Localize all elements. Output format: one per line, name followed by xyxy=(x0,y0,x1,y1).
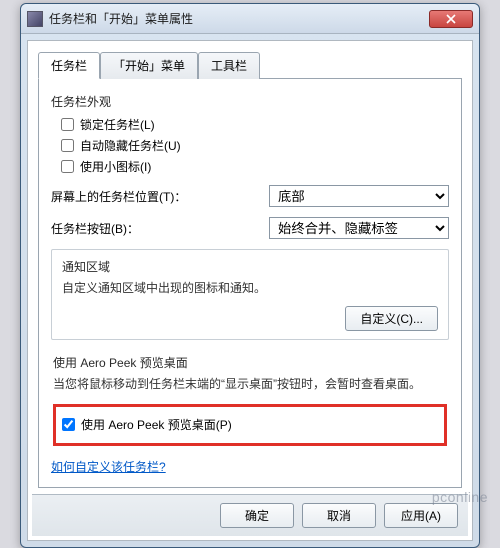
notify-title: 通知区域 xyxy=(62,258,438,275)
window-title: 任务栏和「开始」菜单属性 xyxy=(49,10,429,27)
app-icon xyxy=(27,11,43,27)
lock-taskbar-checkbox[interactable] xyxy=(61,118,74,131)
titlebar[interactable]: 任务栏和「开始」菜单属性 xyxy=(21,4,479,34)
help-link[interactable]: 如何自定义该任务栏? xyxy=(51,458,166,475)
button-bar: 确定 取消 应用(A) xyxy=(32,494,468,536)
notify-desc: 自定义通知区域中出现的图标和通知。 xyxy=(62,279,438,298)
aero-section: 使用 Aero Peek 预览桌面 当您将鼠标移动到任务栏末端的“显示桌面”按钮… xyxy=(51,350,449,446)
buttons-select[interactable]: 始终合并、隐藏标签 当任务栏被占满时合并 从不合并 xyxy=(269,217,449,239)
small-icons-row: 使用小图标(I) xyxy=(61,158,449,175)
apply-button[interactable]: 应用(A) xyxy=(384,503,458,528)
autohide-checkbox[interactable] xyxy=(61,139,74,152)
autohide-row: 自动隐藏任务栏(U) xyxy=(61,137,449,154)
dialog-window: 任务栏和「开始」菜单属性 任务栏 「开始」菜单 工具栏 任务栏外观 锁定任务栏(… xyxy=(20,3,480,548)
tab-taskbar[interactable]: 任务栏 xyxy=(38,52,100,79)
aero-desc: 当您将鼠标移动到任务栏末端的“显示桌面”按钮时，会暂时查看桌面。 xyxy=(53,375,447,394)
aero-highlight: 使用 Aero Peek 预览桌面(P) xyxy=(53,404,447,446)
buttons-label: 任务栏按钮(B)： xyxy=(51,220,269,237)
ok-button[interactable]: 确定 xyxy=(220,503,294,528)
aero-peek-checkbox[interactable] xyxy=(62,418,75,431)
aero-peek-label: 使用 Aero Peek 预览桌面(P) xyxy=(81,416,232,433)
lock-taskbar-row: 锁定任务栏(L) xyxy=(61,116,449,133)
position-label: 屏幕上的任务栏位置(T)： xyxy=(51,188,269,205)
close-button[interactable] xyxy=(429,10,473,28)
notify-section: 通知区域 自定义通知区域中出现的图标和通知。 自定义(C)... xyxy=(51,249,449,340)
tab-toolbars[interactable]: 工具栏 xyxy=(198,52,260,79)
autohide-label: 自动隐藏任务栏(U) xyxy=(80,137,181,154)
aero-title: 使用 Aero Peek 预览桌面 xyxy=(53,354,447,371)
appearance-group-title: 任务栏外观 xyxy=(51,93,449,110)
tab-start-menu[interactable]: 「开始」菜单 xyxy=(100,52,198,79)
cancel-button[interactable]: 取消 xyxy=(302,503,376,528)
position-row: 屏幕上的任务栏位置(T)： 底部 左侧 右侧 顶部 xyxy=(51,185,449,207)
close-icon xyxy=(446,14,456,24)
tab-row: 任务栏 「开始」菜单 工具栏 xyxy=(32,45,468,78)
position-select[interactable]: 底部 左侧 右侧 顶部 xyxy=(269,185,449,207)
customize-button[interactable]: 自定义(C)... xyxy=(345,306,438,331)
tab-panel-taskbar: 任务栏外观 锁定任务栏(L) 自动隐藏任务栏(U) 使用小图标(I) 屏幕上的任… xyxy=(38,78,462,488)
dialog-content: 任务栏 「开始」菜单 工具栏 任务栏外观 锁定任务栏(L) 自动隐藏任务栏(U)… xyxy=(27,40,473,541)
small-icons-checkbox[interactable] xyxy=(61,160,74,173)
lock-taskbar-label: 锁定任务栏(L) xyxy=(80,116,155,133)
small-icons-label: 使用小图标(I) xyxy=(80,158,151,175)
buttons-row: 任务栏按钮(B)： 始终合并、隐藏标签 当任务栏被占满时合并 从不合并 xyxy=(51,217,449,239)
